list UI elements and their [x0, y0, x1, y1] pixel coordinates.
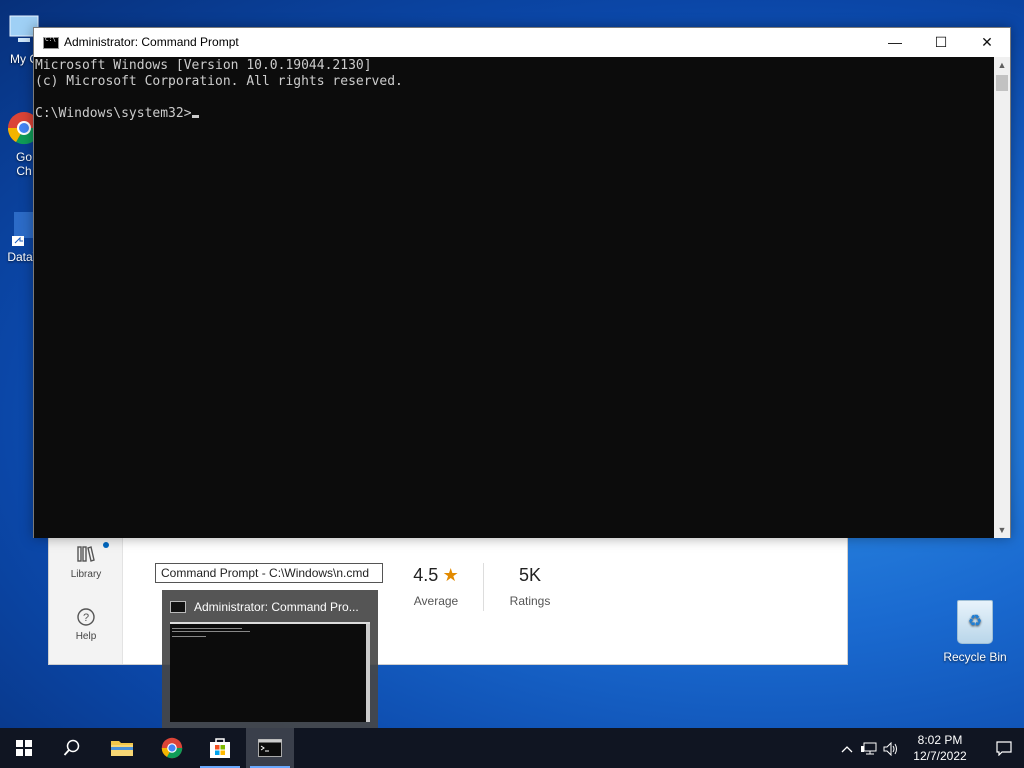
window-title: Administrator: Command Prompt — [64, 35, 239, 49]
taskbar-command-prompt[interactable] — [246, 728, 294, 768]
close-button[interactable]: ✕ — [964, 28, 1010, 57]
taskbar-file-explorer[interactable] — [98, 728, 146, 768]
maximize-button[interactable]: ☐ — [918, 28, 964, 57]
ratings-count: 5K Ratings — [497, 565, 563, 608]
taskbar-thumbnail-preview[interactable]: Administrator: Command Pro... — [162, 590, 378, 728]
nav-library[interactable]: Library — [49, 545, 123, 580]
recycle-bin-icon — [957, 600, 993, 644]
text-cursor — [191, 115, 199, 118]
command-prompt-window[interactable]: Administrator: Command Prompt — ☐ ✕ Micr… — [33, 27, 1011, 538]
console-prompt-line: C:\Windows\system32> — [35, 106, 995, 122]
nav-library-label: Library — [70, 569, 102, 580]
library-icon — [49, 545, 123, 569]
taskbar: 8:02 PM 12/7/2022 — [0, 728, 1024, 768]
notification-center-icon[interactable] — [984, 728, 1024, 768]
average-rating: 4.5 ★ Average — [401, 565, 471, 608]
network-icon[interactable] — [858, 728, 880, 768]
volume-icon[interactable] — [880, 728, 902, 768]
help-icon: ? — [49, 607, 123, 631]
vertical-scrollbar[interactable]: ▲ ▼ — [994, 57, 1010, 538]
chrome-icon — [161, 737, 183, 758]
minimize-button[interactable]: — — [872, 28, 918, 57]
system-tray: 8:02 PM 12/7/2022 — [834, 728, 1024, 768]
cmd-app-icon[interactable] — [43, 36, 59, 49]
console-line: Microsoft Windows [Version 10.0.19044.21… — [35, 58, 372, 73]
console-prompt: C:\Windows\system32> — [35, 106, 192, 121]
scroll-down-arrow-icon[interactable]: ▼ — [994, 522, 1010, 538]
chevron-up-icon[interactable] — [836, 728, 858, 768]
cmd-icon — [170, 601, 186, 613]
cmd-icon — [258, 738, 282, 757]
rating-label: Average — [413, 594, 459, 608]
nav-help-label: Help — [75, 631, 97, 642]
clock-date: 12/7/2022 — [913, 749, 967, 763]
ratings-count-value: 5K — [518, 565, 542, 585]
rating-value: 4.5 — [413, 565, 439, 585]
clock[interactable]: 8:02 PM 12/7/2022 — [904, 732, 976, 764]
folder-icon — [111, 740, 133, 756]
store-path-field[interactable]: Command Prompt - C:\Windows\n.cmd — [155, 563, 383, 583]
divider — [483, 563, 484, 611]
thumbnail-title: Administrator: Command Pro... — [194, 600, 359, 614]
clock-time: 8:02 PM — [917, 733, 963, 747]
console-line: (c) Microsoft Corporation. All rights re… — [35, 74, 403, 89]
nav-help[interactable]: ? Help — [49, 607, 123, 642]
thumbnail-image — [170, 622, 370, 722]
desktop-icon-recycle-bin[interactable]: Recycle Bin — [940, 600, 1010, 664]
taskbar-chrome[interactable] — [148, 728, 196, 768]
start-button[interactable] — [0, 728, 48, 768]
recycle-bin-label: Recycle Bin — [943, 650, 1007, 664]
taskbar-microsoft-store[interactable] — [196, 728, 244, 768]
ratings-count-label: Ratings — [509, 594, 551, 608]
star-icon: ★ — [442, 565, 459, 585]
scrollbar-thumb[interactable] — [996, 75, 1008, 91]
search-button[interactable] — [48, 728, 96, 768]
search-icon — [63, 739, 80, 756]
svg-text:?: ? — [83, 612, 89, 624]
console-output[interactable]: Microsoft Windows [Version 10.0.19044.21… — [34, 57, 995, 538]
store-sidebar: Library ? Help — [49, 537, 123, 664]
windows-logo-icon — [16, 739, 32, 756]
scroll-up-arrow-icon[interactable]: ▲ — [994, 57, 1010, 73]
title-bar[interactable]: Administrator: Command Prompt — ☐ ✕ — [34, 28, 1010, 57]
thumbnail-title-row: Administrator: Command Pro... — [170, 598, 370, 616]
store-icon — [210, 738, 230, 758]
